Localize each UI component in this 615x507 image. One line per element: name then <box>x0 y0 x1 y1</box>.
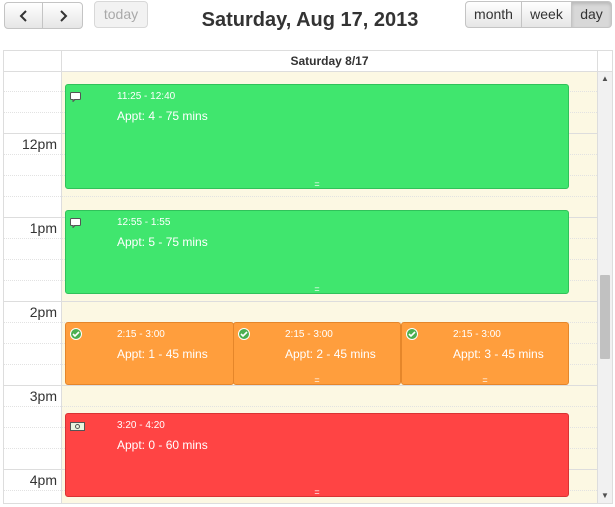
chevron-right-icon <box>43 9 82 23</box>
scrollbar-header-cell <box>597 51 612 71</box>
resize-handle[interactable]: = <box>481 376 489 385</box>
view-week-button[interactable]: week <box>521 1 572 28</box>
resize-handle[interactable]: = <box>313 285 321 294</box>
scroll-up-icon[interactable]: ▲ <box>598 72 612 86</box>
event-time: 3:20 - 4:20 <box>117 420 165 431</box>
event-title: Appt: 2 - 45 mins <box>285 347 376 361</box>
view-day-button[interactable]: day <box>571 1 612 28</box>
event-appt-1[interactable]: 2:15 - 3:00 Appt: 1 - 45 mins <box>65 322 234 385</box>
scrollbar-thumb[interactable] <box>600 275 610 359</box>
resize-handle[interactable]: = <box>313 376 321 385</box>
event-time: 2:15 - 3:00 <box>453 329 501 340</box>
today-button[interactable]: today <box>94 1 148 28</box>
hour-line <box>4 301 597 302</box>
event-appt-4[interactable]: 11:25 - 12:40 Appt: 4 - 75 mins = <box>65 84 569 189</box>
event-time: 11:25 - 12:40 <box>117 91 176 102</box>
event-appt-3[interactable]: 2:15 - 3:00 Appt: 3 - 45 mins = <box>401 322 569 385</box>
event-title: Appt: 3 - 45 mins <box>453 347 544 361</box>
slot-line <box>4 406 597 407</box>
event-time: 2:15 - 3:00 <box>285 329 333 340</box>
day-header-row: Saturday 8/17 <box>4 51 612 72</box>
comment-icon <box>70 215 81 233</box>
vertical-scrollbar[interactable]: ▲ ▼ <box>597 72 612 503</box>
money-icon <box>70 418 85 436</box>
hour-label-4pm: 4pm <box>29 472 57 488</box>
axis-header-cell <box>4 51 62 71</box>
slot-line <box>4 196 597 197</box>
event-time: 12:55 - 1:55 <box>117 217 171 228</box>
event-title: Appt: 4 - 75 mins <box>117 109 208 123</box>
comment-icon <box>70 89 81 107</box>
hour-label-2pm: 2pm <box>29 304 57 320</box>
event-appt-2[interactable]: 2:15 - 3:00 Appt: 2 - 45 mins = <box>233 322 401 385</box>
next-button[interactable] <box>42 2 83 29</box>
hour-label-1pm: 1pm <box>29 220 57 236</box>
event-title: Appt: 0 - 60 mins <box>117 438 208 452</box>
chevron-left-icon <box>5 9 42 23</box>
hour-label-3pm: 3pm <box>29 388 57 404</box>
resize-handle[interactable]: = <box>313 488 321 497</box>
scroll-down-icon[interactable]: ▼ <box>598 489 612 503</box>
event-appt-0[interactable]: 3:20 - 4:20 Appt: 0 - 60 mins = <box>65 413 569 497</box>
page-title: Saturday, Aug 17, 2013 <box>201 9 419 31</box>
event-title: Appt: 5 - 75 mins <box>117 235 208 249</box>
event-time: 2:15 - 3:00 <box>117 329 165 340</box>
hour-label-12pm: 12pm <box>21 136 57 152</box>
calendar-day-view: Saturday 8/17 12pm 1pm 2pm 3pm 4pm 11:25… <box>3 50 613 504</box>
event-title: Appt: 1 - 45 mins <box>117 347 208 361</box>
checkmark-icon <box>406 327 418 345</box>
hour-line <box>4 385 597 386</box>
checkmark-icon <box>238 327 250 345</box>
time-grid[interactable]: 12pm 1pm 2pm 3pm 4pm 11:25 - 12:40 Appt:… <box>4 72 597 503</box>
resize-handle[interactable]: = <box>313 180 321 189</box>
checkmark-icon <box>70 327 82 345</box>
event-appt-5[interactable]: 12:55 - 1:55 Appt: 5 - 75 mins = <box>65 210 569 294</box>
view-month-button[interactable]: month <box>465 1 522 28</box>
day-column-header: Saturday 8/17 <box>290 54 369 68</box>
prev-button[interactable] <box>4 2 43 29</box>
